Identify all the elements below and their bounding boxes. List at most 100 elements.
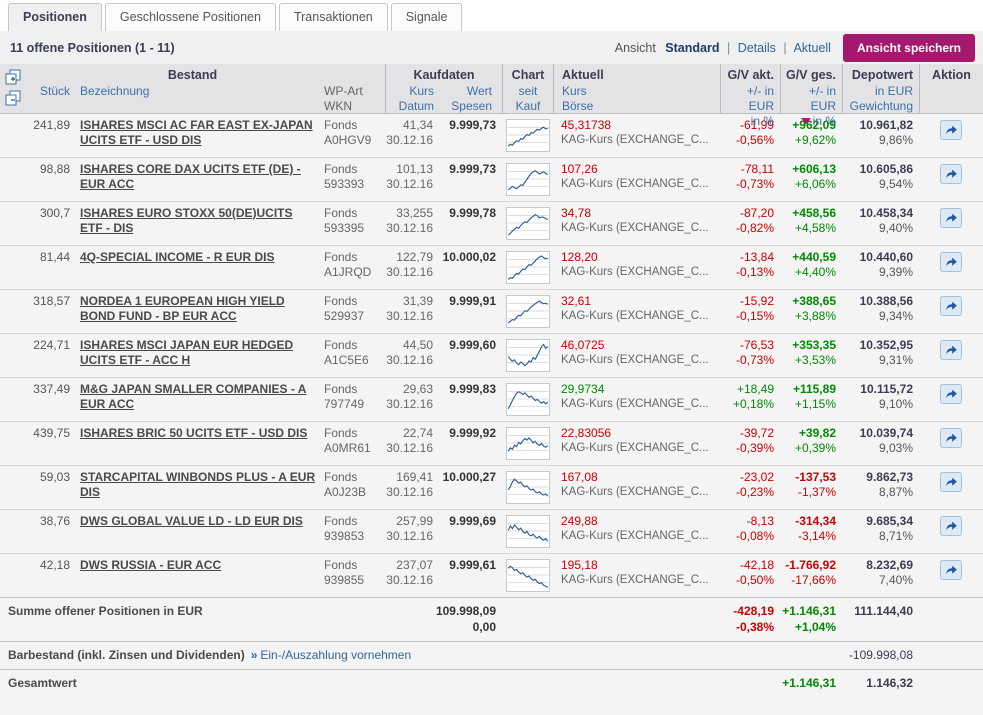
- header-wp-art[interactable]: WP-Art: [324, 84, 376, 99]
- header-gv-ges-pct-sorted[interactable]: in %: [781, 114, 836, 129]
- gv-ges-pct: +4,40%: [780, 265, 836, 280]
- header-aktuell-kurs[interactable]: Kurs: [562, 84, 720, 99]
- position-action-button[interactable]: [940, 340, 962, 360]
- cash-deposit-withdraw-link[interactable]: Ein-/Auszahlung vornehmen: [260, 648, 411, 662]
- aktion-cell: [919, 294, 983, 328]
- tab-positionen[interactable]: Positionen: [8, 3, 102, 31]
- sparkline-chart[interactable]: [506, 383, 550, 416]
- save-view-button[interactable]: Ansicht speichern: [843, 34, 975, 62]
- fund-name-link[interactable]: DWS RUSSIA - EUR ACC: [80, 558, 221, 572]
- wp-art: Fonds: [324, 118, 385, 133]
- position-action-button[interactable]: [940, 208, 962, 228]
- sparkline-chart[interactable]: [506, 119, 550, 152]
- view-separator: |: [783, 41, 786, 55]
- collapse-all-icon[interactable]: [5, 90, 22, 107]
- aktion-cell: [919, 250, 983, 284]
- gv-akt-eur: -15,92: [720, 294, 774, 309]
- position-action-button[interactable]: [940, 120, 962, 140]
- header-datum[interactable]: Datum: [386, 99, 434, 114]
- sparkline-chart[interactable]: [506, 515, 550, 548]
- gv-akt-pct: -0,23%: [720, 485, 774, 500]
- sparkline-chart[interactable]: [506, 163, 550, 196]
- table-header: Bestand Stück Bezeichnung WP-Art WKN Kau…: [0, 64, 983, 114]
- sum-gv-akt-pct: -0,38%: [720, 619, 774, 635]
- fund-name-link[interactable]: NORDEA 1 EUROPEAN HIGH YIELD BOND FUND -…: [80, 294, 285, 323]
- sparkline-chart[interactable]: [506, 471, 550, 504]
- header-depot-eur[interactable]: in EUR: [843, 84, 913, 99]
- total-label: Gesamtwert: [0, 675, 780, 709]
- total-gv-ges-cell: +1.146,31: [780, 675, 842, 709]
- gv-akt-eur: -76,53: [720, 338, 774, 353]
- fund-name-link[interactable]: ISHARES CORE DAX UCITS ETF (DE) - EUR AC…: [80, 162, 301, 191]
- gv-ges-pct: -3,14%: [780, 529, 836, 544]
- gv-ges-eur: +115,89: [780, 382, 836, 397]
- view-option-standard[interactable]: Standard: [665, 41, 719, 55]
- header-bezeichnung[interactable]: Bezeichnung: [76, 84, 316, 114]
- action-forward-icon: [944, 168, 958, 180]
- expand-all-icon[interactable]: [5, 69, 22, 86]
- fund-name-link[interactable]: ISHARES MSCI JAPAN EUR HEDGED UCITS ETF …: [80, 338, 293, 367]
- fund-name-link[interactable]: ISHARES BRIC 50 UCITS ETF - USD DIS: [80, 426, 307, 440]
- fund-name-link[interactable]: M&G JAPAN SMALLER COMPANIES - A EUR ACC: [80, 382, 306, 411]
- cash-label: Barbestand (inkl. Zinsen und Dividenden): [8, 648, 245, 662]
- purchase-price: 44,50: [385, 338, 433, 353]
- chart-cell: [502, 426, 553, 460]
- position-action-button[interactable]: [940, 428, 962, 448]
- header-gv-akt-eur[interactable]: +/- in EUR: [721, 84, 774, 114]
- wp-art-wkn-cell: Fonds 939855: [316, 558, 385, 592]
- depotwert-cell: 10.605,86 9,54%: [842, 162, 919, 196]
- position-action-button[interactable]: [940, 384, 962, 404]
- row-indent: [0, 118, 28, 152]
- wkn: A0HGV9: [324, 133, 385, 148]
- depotwert-eur: 10.039,74: [842, 426, 913, 441]
- wp-art-wkn-cell: Fonds 593393: [316, 162, 385, 196]
- header-boerse[interactable]: Börse: [562, 99, 720, 114]
- sparkline-chart[interactable]: [506, 295, 550, 328]
- sum-row: Summe offener Positionen in EUR 109.998,…: [0, 597, 983, 641]
- sparkline-chart[interactable]: [506, 559, 550, 592]
- exchange-name: KAG-Kurs (EXCHANGE_C...: [561, 265, 720, 280]
- position-action-button[interactable]: [940, 296, 962, 316]
- wp-art-wkn-cell: Fonds 593395: [316, 206, 385, 240]
- position-action-button[interactable]: [940, 560, 962, 580]
- fund-name-link[interactable]: STARCAPITAL WINBONDS PLUS - A EUR DIS: [80, 470, 315, 499]
- header-stueck[interactable]: Stück: [28, 84, 76, 114]
- tab-transaktionen[interactable]: Transaktionen: [279, 3, 388, 31]
- sparkline-chart[interactable]: [506, 251, 550, 284]
- position-action-button[interactable]: [940, 472, 962, 492]
- tab-geschlossene-positionen[interactable]: Geschlossene Positionen: [105, 3, 276, 31]
- header-wert[interactable]: Wert: [438, 84, 492, 99]
- gewichtung-pct: 9,34%: [842, 309, 913, 324]
- sparkline-chart[interactable]: [506, 207, 550, 240]
- purchase-value-cell: 9.999,73: [437, 162, 502, 196]
- header-gv-akt-pct[interactable]: in %: [721, 114, 774, 129]
- purchase-value-cell: 9.999,78: [437, 206, 502, 240]
- fund-name-link[interactable]: ISHARES EURO STOXX 50(DE)UCITS ETF - DIS: [80, 206, 292, 235]
- header-gewichtung[interactable]: Gewichtung: [843, 99, 913, 114]
- header-bestand: Bestand: [0, 67, 385, 84]
- aktion-cell: [919, 558, 983, 592]
- fund-name-link[interactable]: 4Q-SPECIAL INCOME - R EUR DIS: [80, 250, 274, 264]
- gv-akt-cell: -42,18 -0,50%: [720, 558, 780, 592]
- position-action-button[interactable]: [940, 516, 962, 536]
- header-gv-ges-eur[interactable]: +/- in EUR: [781, 84, 836, 114]
- tab-signale[interactable]: Signale: [391, 3, 463, 31]
- gv-ges-eur: +39,82: [780, 426, 836, 441]
- gewichtung-pct: 9,40%: [842, 221, 913, 236]
- view-option-aktuell[interactable]: Aktuell: [793, 41, 831, 55]
- gv-akt-cell: -23,02 -0,23%: [720, 470, 780, 504]
- position-action-button[interactable]: [940, 252, 962, 272]
- view-option-details[interactable]: Details: [738, 41, 776, 55]
- header-wkn[interactable]: WKN: [324, 99, 376, 114]
- fund-name-link[interactable]: ISHARES MSCI AC FAR EAST EX-JAPAN UCITS …: [80, 118, 313, 147]
- depotwert-eur: 9.685,34: [842, 514, 913, 529]
- gv-ges-cell: +353,35 +3,53%: [780, 338, 842, 372]
- position-action-button[interactable]: [940, 164, 962, 184]
- exchange-name: KAG-Kurs (EXCHANGE_C...: [561, 529, 720, 544]
- purchase-price: 41,34: [385, 118, 433, 133]
- header-kurs[interactable]: Kurs: [386, 84, 434, 99]
- fund-name-link[interactable]: DWS GLOBAL VALUE LD - LD EUR DIS: [80, 514, 303, 528]
- sparkline-chart[interactable]: [506, 427, 550, 460]
- header-spesen[interactable]: Spesen: [438, 99, 492, 114]
- sparkline-chart[interactable]: [506, 339, 550, 372]
